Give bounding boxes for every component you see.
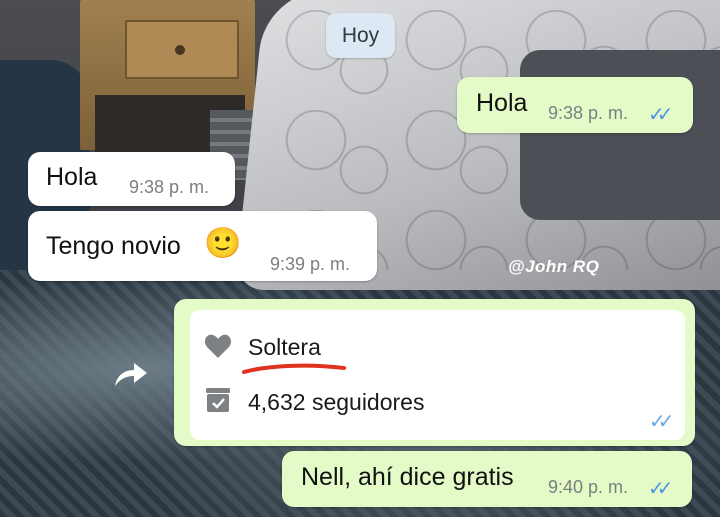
message-time: 9:39 p. m.	[549, 410, 634, 431]
message-time: 9:40 p. m.	[548, 477, 629, 497]
date-divider: Hoy	[326, 13, 395, 58]
incoming-message[interactable]: Tengo novio 🙂 9:39 p. m.	[28, 211, 377, 281]
red-underline-annotation	[242, 363, 346, 374]
outgoing-message[interactable]: Nell, ahí dice gratis 9:40 p. m. ✓✓	[282, 451, 692, 507]
profile-followers: 4,632 seguidores	[248, 389, 425, 415]
followers-box-icon	[206, 388, 230, 412]
heart-icon	[204, 334, 232, 358]
message-time: 9:38 p. m.	[129, 177, 210, 197]
incoming-message[interactable]: Hola 9:38 p. m.	[28, 152, 235, 206]
outgoing-message[interactable]: Hola 9:38 p. m. ✓✓	[457, 77, 693, 133]
message-time: 9:39 p. m.	[270, 254, 351, 274]
profile-status: Soltera	[248, 334, 321, 360]
watermark: @John RQ	[508, 257, 600, 276]
message-text: Nell, ahí dice gratis	[301, 463, 514, 491]
message-time: 9:38 p. m.	[548, 103, 629, 123]
share-forward-icon[interactable]	[112, 360, 150, 388]
read-ticks-icon: ✓✓	[648, 104, 673, 126]
message-text: Tengo novio	[46, 232, 181, 260]
message-text: Hola	[46, 163, 98, 191]
smiley-emoji: 🙂	[204, 227, 242, 260]
message-text: Hola	[476, 89, 528, 117]
read-ticks-icon: ✓✓	[648, 478, 673, 500]
read-ticks-icon: ✓✓	[649, 411, 674, 433]
